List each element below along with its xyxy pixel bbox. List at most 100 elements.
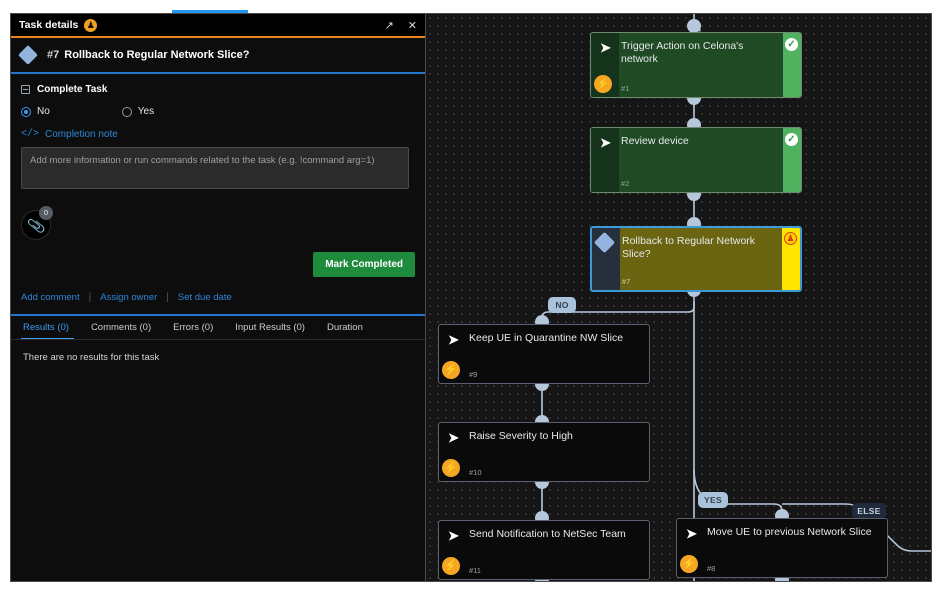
node-7-title: Rollback to Regular Network Slice?	[622, 235, 756, 260]
complete-task-section: Complete Task No Yes </> Completion note	[11, 74, 425, 243]
node-8-icon-rail: ➤ ⚡	[677, 519, 705, 577]
chevron-right-icon: ➤	[448, 332, 459, 347]
node-1-icon-rail: ➤ ⚡	[591, 33, 619, 97]
app-root: Task details ♟ ↗ ✕ #7 Rollback to Regula…	[0, 0, 942, 589]
branch-label-yes: YES	[698, 492, 728, 508]
lightning-icon: ⚡	[442, 557, 460, 575]
complete-task-label: Complete Task	[37, 84, 108, 95]
add-comment-link[interactable]: Add comment	[21, 292, 80, 303]
chevron-right-icon: ➤	[600, 40, 611, 55]
node-2-icon-rail: ➤	[591, 128, 619, 192]
radio-option-yes[interactable]: Yes	[121, 106, 155, 117]
collapse-icon[interactable]	[21, 85, 30, 94]
node-1-body: Trigger Action on Celona's network #1	[619, 33, 783, 97]
completion-note-input[interactable]	[21, 147, 409, 189]
node-8-title: Move UE to previous Network Slice	[707, 526, 872, 538]
branch-label-else: ELSE	[852, 503, 886, 519]
workflow-node-7[interactable]: Rollback to Regular Network Slice? #7 ♟	[590, 226, 802, 292]
task-detail-tabs: Results (0) Comments (0) Errors (0) Inpu…	[11, 314, 425, 340]
lightning-icon: ⚡	[442, 361, 460, 379]
workflow-node-10[interactable]: ➤ ⚡ Raise Severity to High #10	[438, 422, 650, 482]
workflow-canvas[interactable]: ➤ ⚡ Trigger Action on Celona's network #…	[425, 14, 931, 581]
person-alert-icon: ♟	[784, 232, 797, 245]
node-9-id: #9	[469, 370, 478, 379]
radio-yes-input[interactable]	[121, 106, 132, 117]
diamond-icon	[593, 231, 616, 254]
node-9-icon-rail: ➤ ⚡	[439, 325, 467, 383]
check-circle-icon: ✓	[785, 133, 798, 146]
panel-header-actions: ↗ ✕	[385, 19, 417, 32]
workflow-node-8[interactable]: ➤ ⚡ Move UE to previous Network Slice #8	[676, 518, 888, 578]
radio-no-input[interactable]	[21, 106, 31, 117]
node-7-body: Rollback to Regular Network Slice? #7	[620, 228, 782, 290]
check-circle-icon: ✓	[785, 38, 798, 51]
node-9-title: Keep UE in Quarantine NW Slice	[469, 332, 624, 344]
chevron-right-icon: ➤	[600, 135, 611, 150]
diamond-icon	[18, 45, 38, 65]
node-7-id: #7	[622, 277, 631, 286]
completion-note-label: Completion note	[45, 129, 118, 140]
lightning-icon: ⚡	[442, 459, 460, 477]
node-2-title: Review device	[621, 135, 689, 147]
browser-top-strip	[0, 0, 942, 14]
node-10-body: Raise Severity to High #10	[467, 423, 649, 481]
task-title-row: #7 Rollback to Regular Network Slice?	[11, 38, 425, 74]
workflow-node-11[interactable]: ➤ ⚡ Send Notification to NetSec Team #11	[438, 520, 650, 580]
complete-task-section-header[interactable]: Complete Task	[21, 84, 415, 95]
node-1-title: Trigger Action on Celona's network	[621, 40, 744, 65]
divider: |	[166, 292, 169, 303]
tab-input-results[interactable]: Input Results (0)	[224, 322, 316, 340]
quick-links: Add comment | Assign owner | Set due dat…	[21, 292, 232, 312]
chevron-right-icon: ➤	[448, 430, 459, 445]
expand-icon[interactable]: ↗	[385, 19, 394, 32]
page-title: Rollback to Regular Network Slice?	[64, 49, 250, 61]
node-10-id: #10	[469, 468, 482, 477]
attachment-count-badge: 0	[39, 206, 53, 220]
person-icon: ♟	[84, 18, 98, 32]
completion-note-label-row: </> Completion note	[21, 129, 415, 140]
workflow-node-1[interactable]: ➤ ⚡ Trigger Action on Celona's network #…	[590, 32, 802, 98]
radio-yes-label: Yes	[137, 106, 155, 117]
code-icon: </>	[21, 129, 40, 140]
task-details-header: Task details ♟ ↗ ✕	[11, 14, 425, 38]
radio-no-label: No	[37, 106, 50, 117]
node-11-title: Send Notification to NetSec Team	[469, 528, 626, 540]
node-11-body: Send Notification to NetSec Team #11	[467, 521, 649, 579]
node-11-icon-rail: ➤ ⚡	[439, 521, 467, 579]
node-7-icon-rail	[592, 228, 620, 290]
complete-task-radio-group: No Yes	[21, 106, 415, 117]
workflow-node-9[interactable]: ➤ ⚡ Keep UE in Quarantine NW Slice #9	[438, 324, 650, 384]
divider: |	[88, 292, 92, 303]
tab-content-empty-state: There are no results for this task	[23, 352, 160, 363]
node-2-status: ✓	[783, 128, 801, 192]
node-8-id: #8	[707, 564, 716, 573]
lightning-icon: ⚡	[594, 75, 612, 93]
node-9-body: Keep UE in Quarantine NW Slice #9	[467, 325, 649, 383]
node-7-status: ♟	[782, 228, 800, 290]
workflow-node-2[interactable]: ➤ Review device #2 ✓	[590, 127, 802, 193]
tab-results[interactable]: Results (0)	[21, 322, 80, 340]
chevron-right-icon: ➤	[448, 528, 459, 543]
attachment-control[interactable]: 📎 0	[18, 206, 55, 243]
node-11-id: #11	[469, 566, 481, 575]
node-1-id: #1	[621, 84, 630, 93]
panel-title: Task details	[19, 19, 79, 31]
tabs-underline	[11, 339, 425, 340]
lightning-icon: ⚡	[680, 555, 698, 573]
node-10-icon-rail: ➤ ⚡	[439, 423, 467, 481]
chevron-right-icon: ➤	[686, 526, 697, 541]
tab-errors[interactable]: Errors (0)	[162, 322, 224, 340]
tab-comments[interactable]: Comments (0)	[80, 322, 162, 340]
node-2-id: #2	[621, 179, 630, 188]
node-8-body: Move UE to previous Network Slice #8	[705, 519, 887, 577]
node-2-body: Review device #2	[619, 128, 783, 192]
assign-owner-link[interactable]: Assign owner	[100, 292, 157, 303]
branch-label-no: NO	[548, 297, 576, 313]
node-1-status: ✓	[783, 33, 801, 97]
tab-duration[interactable]: Duration	[316, 322, 374, 340]
close-icon[interactable]: ✕	[408, 19, 417, 32]
mark-completed-button[interactable]: Mark Completed	[313, 252, 415, 277]
radio-option-no[interactable]: No	[21, 106, 50, 117]
set-due-date-link[interactable]: Set due date	[178, 292, 232, 303]
task-details-panel: Task details ♟ ↗ ✕ #7 Rollback to Regula…	[11, 14, 425, 581]
